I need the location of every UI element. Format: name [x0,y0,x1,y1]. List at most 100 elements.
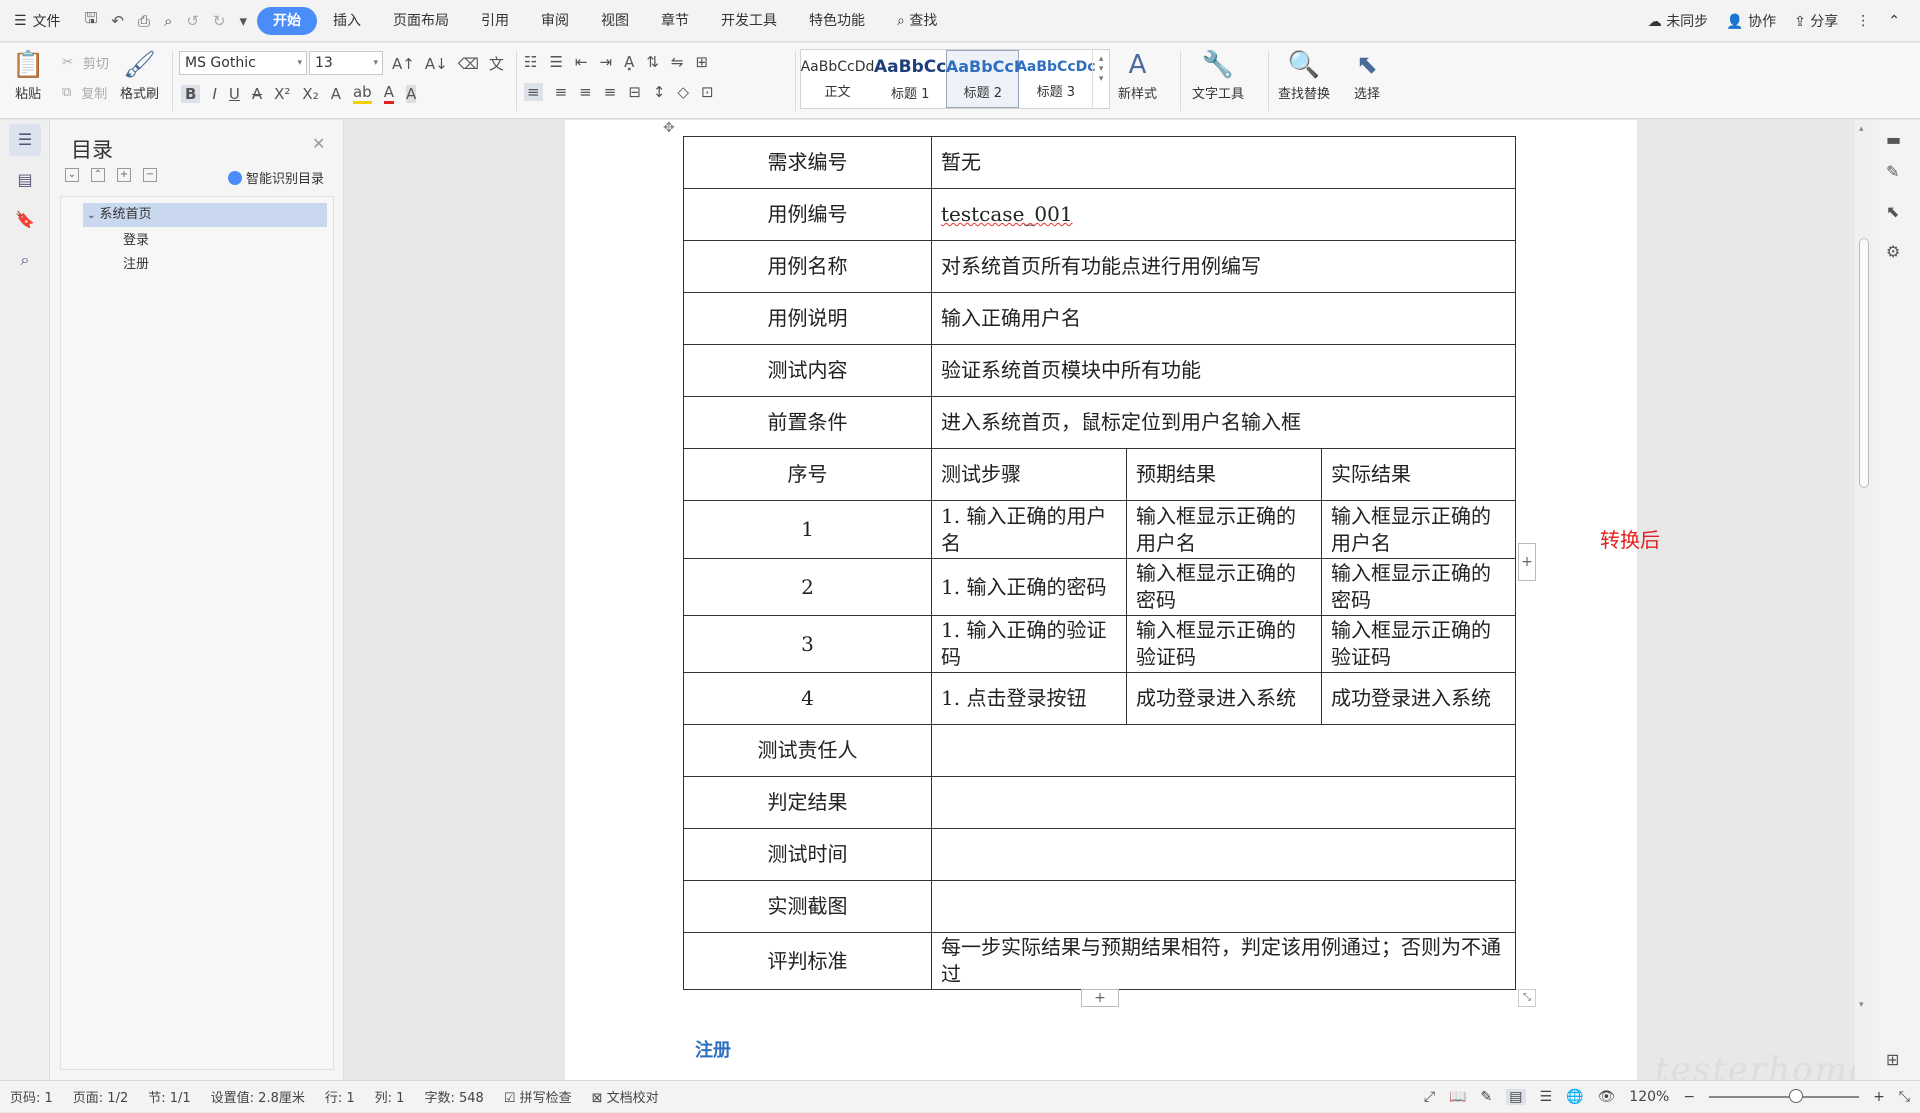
table-cell[interactable]: 需求编号 [683,136,932,189]
page-view-icon[interactable]: ▤ [1506,1089,1526,1105]
justify-icon[interactable]: ≡ [604,83,617,101]
read-mode-icon[interactable]: 📖 [1449,1089,1466,1105]
text-tools-button[interactable]: 🔧 文字工具 [1192,47,1244,102]
table-cell[interactable]: 进入系统首页，鼠标定位到用户名输入框 [931,396,1516,449]
tab-insert[interactable]: 插入 [317,7,377,35]
phonetic-icon[interactable]: 文 [489,53,504,74]
strikethrough-icon[interactable]: A [252,85,262,103]
table-cell[interactable]: 暂无 [931,136,1516,189]
scroll-up-icon[interactable]: ▴ [1859,124,1864,134]
status-col[interactable]: 列: 1 [365,1087,415,1106]
table-cell[interactable] [931,828,1516,881]
tab-home[interactable]: 开始 [257,6,318,35]
font-name-select[interactable]: MS Gothic ▾ [179,51,307,75]
shrink-font-icon[interactable]: A↓ [425,55,448,73]
sort-icon[interactable]: ⇅ [646,53,659,71]
web-view-icon[interactable]: 🌐 [1566,1089,1583,1105]
table-cell[interactable]: 3 [683,615,932,673]
paste-button[interactable]: 📋 粘贴 [12,47,44,102]
tab-view[interactable]: 视图 [585,7,645,35]
underline-icon[interactable]: U [229,85,240,103]
spell-check-button[interactable]: ☑ 拼写检查 [494,1087,582,1106]
char-shading-icon[interactable]: A [405,84,417,103]
tab-developer[interactable]: 开发工具 [705,7,793,35]
table-cell[interactable]: 1. 点击登录按钮 [931,672,1127,725]
save-icon[interactable]: 🖫 [85,8,98,33]
align-center-icon[interactable]: ≡ [555,83,568,101]
toc-item-home[interactable]: ⌄ 系统首页 [83,203,327,227]
zoom-out-icon[interactable]: − [1683,1089,1695,1105]
table-cell[interactable]: 用例名称 [683,240,932,293]
table-cell[interactable]: 输入框显示正确的用户名 [1126,500,1322,559]
shading-icon[interactable]: ◇ [677,83,689,101]
file-menu-button[interactable]: ☰ 文件 [0,0,75,42]
write-mode-icon[interactable]: ✎ [1481,1089,1493,1105]
add-column-button[interactable]: + [1518,543,1536,581]
table-cell[interactable]: 输入框显示正确的密码 [1321,558,1516,616]
table-cell[interactable]: 测试时间 [683,828,932,881]
fullscreen-icon[interactable]: ⤢ [1424,1089,1435,1105]
table-cell[interactable]: 对系统首页所有功能点进行用例编写 [931,240,1516,293]
table-cell[interactable]: 用例编号 [683,188,932,241]
grow-font-icon[interactable]: A↑ [392,55,415,73]
more-icon[interactable]: ⋮ [1856,13,1870,29]
table-cell[interactable]: 每一步实际结果与预期结果相符，判定该用例通过；否则为不通过 [931,932,1516,990]
expand-all-icon[interactable]: ⌄ [65,168,79,182]
select-button[interactable]: ⬉ 选择 [1354,47,1380,102]
table-move-handle-icon[interactable]: ✥ [663,120,675,136]
table-cell[interactable]: 成功登录进入系统 [1126,672,1322,725]
scroll-thumb[interactable] [1859,238,1869,488]
table-cell[interactable]: 前置条件 [683,396,932,449]
table-cell[interactable]: 验证系统首页模块中所有功能 [931,344,1516,397]
cut-button[interactable]: ✂ 剪切 [62,53,109,72]
table-cell[interactable]: 用例说明 [683,292,932,345]
toc-icon[interactable]: ☰ [9,124,41,156]
print-icon[interactable]: ⎙ [138,12,150,30]
pen-icon[interactable]: ✎ [1886,162,1899,181]
case-icon[interactable]: A͓ [624,53,634,71]
table-cell[interactable]: 判定结果 [683,776,932,829]
vertical-scrollbar[interactable]: ▴ ▾ [1855,120,1873,1080]
new-style-button[interactable]: A 新样式 [1118,47,1157,102]
table-cell[interactable] [931,776,1516,829]
status-page-code[interactable]: 页码: 1 [0,1087,63,1106]
eye-protect-icon[interactable]: 👁 [1598,1089,1616,1105]
table-header-cell[interactable]: 实际结果 [1321,448,1516,501]
format-painter-button[interactable]: 🖌 格式刷 [120,47,159,102]
remove-entry-icon[interactable]: − [143,168,157,182]
style-heading-1[interactable]: AaBbCc 标题 1 [874,50,946,108]
status-section[interactable]: 节: 1/1 [138,1087,200,1106]
table-cell[interactable]: 输入框显示正确的密码 [1126,558,1322,616]
bookmark-icon[interactable]: 🔖 [9,204,41,236]
redo-icon[interactable]: ↻ [213,12,226,30]
style-heading-3[interactable]: AaBbCcDc 标题 3 [1016,50,1095,108]
share-button[interactable]: ⇪ 分享 [1794,11,1838,31]
increase-indent-icon[interactable]: ⇥ [599,53,612,71]
numbering-icon[interactable]: ☰ [549,53,562,71]
table-cell[interactable]: 1 [683,500,932,559]
table-header-cell[interactable]: 测试步骤 [931,448,1127,501]
zoom-level[interactable]: 120% [1629,1089,1669,1105]
status-words[interactable]: 字数: 548 [414,1087,493,1106]
tab-page-layout[interactable]: 页面布局 [377,7,465,35]
collaborate-button[interactable]: 👤 协作 [1726,11,1776,31]
style-normal[interactable]: AaBbCcDd 正文 [801,50,875,108]
borders-icon[interactable]: ⊡ [701,83,714,101]
tab-chapter[interactable]: 章节 [645,7,705,35]
table-cell[interactable]: testcase_001 [931,188,1516,241]
customize-icon[interactable]: ▾ [240,12,248,30]
style-heading-2[interactable]: AaBbCcI 标题 2 [946,50,1020,108]
decrease-indent-icon[interactable]: ⇤ [575,53,588,71]
bullets-icon[interactable]: ☷ [524,53,537,71]
table-cell[interactable]: 1. 输入正确的验证码 [931,615,1127,673]
table-cell[interactable]: 评判标准 [683,932,932,990]
zoom-slider-knob[interactable] [1789,1089,1804,1103]
clear-format-icon[interactable]: ⌫ [458,55,479,73]
fit-icon[interactable]: ⤡ [1899,1089,1910,1105]
font-size-select[interactable]: 13 ▾ [309,51,383,75]
text-effect-icon[interactable]: A [331,85,341,103]
print-preview-icon[interactable]: ⌕ [164,12,172,30]
sliders-icon[interactable]: ⚙ [1886,242,1900,261]
tab-review[interactable]: 审阅 [525,7,585,35]
table-cell[interactable]: 1. 输入正确的用户名 [931,500,1127,559]
